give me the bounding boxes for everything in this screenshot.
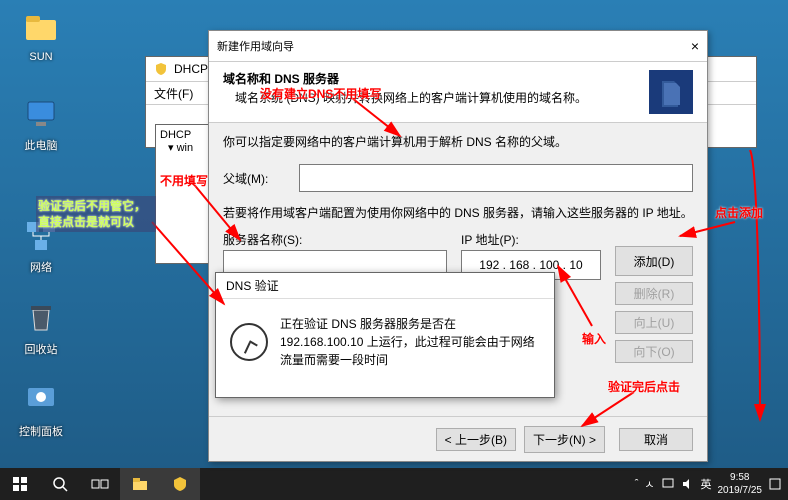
dns-verify-dialog: DNS 验证 正在验证 DNS 服务器服务是否在 192.168.100.10 … — [215, 272, 555, 398]
move-up-button[interactable]: 向上(U) — [615, 311, 693, 334]
desktop-icon-thispc[interactable]: 此电脑 — [10, 94, 72, 153]
recycle-bin-icon — [21, 298, 61, 338]
clock-icon — [230, 323, 268, 361]
taskbar-app-explorer[interactable] — [120, 468, 160, 500]
chevron-up-icon[interactable]: ˆ — [635, 478, 639, 490]
clock-time: 9:58 — [718, 471, 763, 484]
move-down-button[interactable]: 向下(O) — [615, 340, 693, 363]
annotation: 没有建立DNS不用填写 — [260, 85, 381, 102]
notifications-icon[interactable] — [768, 477, 782, 491]
start-button[interactable] — [0, 468, 40, 500]
user-folder-icon — [21, 8, 61, 48]
back-button[interactable]: < 上一步(B) — [436, 428, 516, 451]
annotation: 输入 — [582, 330, 606, 347]
server-name-label: 服务器名称(S): — [223, 231, 447, 248]
parent-domain-input[interactable] — [299, 164, 693, 192]
shield-icon — [154, 62, 168, 76]
taskbar-clock[interactable]: 9:58 2019/7/25 — [718, 471, 763, 497]
window-title: DHCP — [174, 62, 208, 76]
menu-file[interactable]: 文件(F) — [154, 85, 193, 102]
search-icon[interactable] — [40, 468, 80, 500]
annotation: 点击添加 — [715, 204, 763, 221]
desktop-icon-recycle[interactable]: 回收站 — [10, 298, 72, 357]
annotation: 不用填写 — [160, 172, 208, 189]
delete-button[interactable]: 删除(R) — [615, 282, 693, 305]
close-icon[interactable]: × — [691, 38, 699, 54]
wizard-title: 新建作用域向导 — [217, 38, 294, 54]
wizard-mid-text: 若要将作用域客户端配置为使用你网络中的 DNS 服务器，请输入这些服务器的 IP… — [223, 204, 693, 221]
desktop-icon-sun[interactable]: SUN — [10, 8, 72, 63]
desktop-icon-label: 控制面板 — [10, 423, 72, 439]
desktop-icon-label: 此电脑 — [10, 137, 72, 153]
taskbar: ˆ ㅅ 英 9:58 2019/7/25 — [0, 468, 788, 500]
taskbar-app-dhcp[interactable] — [160, 468, 200, 500]
taskview-icon[interactable] — [80, 468, 120, 500]
wizard-banner-icon — [649, 70, 693, 114]
dns-dialog-message: 正在验证 DNS 服务器服务是否在 192.168.100.10 上运行，此过程… — [280, 315, 540, 369]
desktop-icon-label: 回收站 — [10, 341, 72, 357]
network-tray-icon[interactable] — [661, 477, 675, 491]
parent-domain-label: 父域(M): — [223, 170, 293, 187]
wizard-intro-text: 你可以指定要网络中的客户端计算机用于解析 DNS 名称的父域。 — [223, 133, 693, 150]
cancel-button[interactable]: 取消 — [619, 428, 693, 451]
controlpanel-icon — [21, 380, 61, 420]
tree-node[interactable]: win — [177, 142, 194, 154]
clock-date: 2019/7/25 — [718, 484, 763, 497]
dns-dialog-title: DNS 验证 — [216, 273, 554, 299]
sound-icon[interactable] — [681, 477, 695, 491]
annotation: 验证完后点击 — [608, 378, 680, 395]
ime-lang[interactable]: 英 — [701, 476, 712, 492]
desktop-icon-label: 网络 — [10, 259, 72, 275]
next-button[interactable]: 下一步(N) > — [524, 426, 605, 453]
add-button[interactable]: 添加(D) — [615, 246, 693, 276]
pc-icon — [21, 94, 61, 134]
tree-root[interactable]: DHCP — [160, 129, 191, 141]
ip-address-label: IP 地址(P): — [461, 231, 601, 248]
desktop-icon-label: SUN — [10, 51, 72, 63]
annotation: 验证完后不用管它，直接点击是就可以 — [36, 196, 156, 232]
desktop-icon-controlpanel[interactable]: 控制面板 — [10, 380, 72, 439]
ime-indicator[interactable]: ㅅ — [644, 476, 654, 492]
